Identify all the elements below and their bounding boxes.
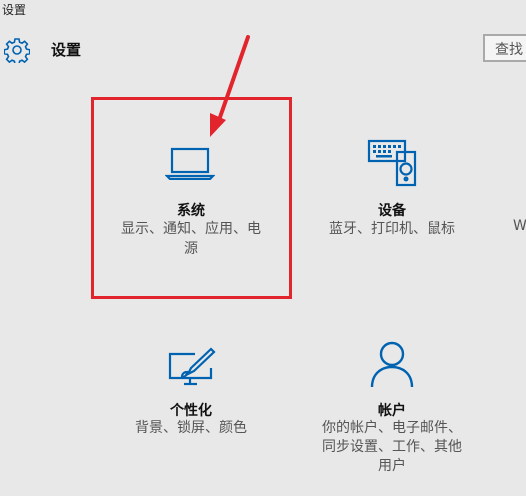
- tile-devices-name: 设备: [378, 203, 406, 219]
- tile-accounts-desc-line1: 你的帐户、电子邮件、: [322, 420, 462, 436]
- tile-devices-desc-line1: 蓝牙、打印机、鼠标: [329, 221, 455, 237]
- person-icon: [370, 341, 414, 388]
- tile-personalization-desc-line1: 背景、锁屏、颜色: [135, 420, 247, 436]
- tile-accounts-desc-line2: 同步设置、工作、其他: [322, 439, 462, 455]
- tile-personalization-name: 个性化: [170, 403, 212, 419]
- tile-personalization[interactable]: 个性化 背景、锁屏、颜色: [96, 340, 286, 450]
- search-input[interactable]: 查找: [483, 34, 526, 62]
- page-title: 设置: [51, 41, 82, 59]
- gear-icon: [4, 38, 30, 63]
- keyboard-speaker-icon: [367, 139, 417, 187]
- paint-monitor-icon: [168, 347, 216, 386]
- tile-accounts-desc-line3: 用户: [378, 458, 406, 474]
- tile-accounts-name: 帐户: [378, 403, 406, 419]
- partial-tile-text: W: [513, 218, 526, 234]
- annotation-arrow: [210, 35, 250, 137]
- tile-devices[interactable]: 设备 蓝牙、打印机、鼠标: [297, 130, 487, 270]
- tile-accounts[interactable]: 帐户 你的帐户、电子邮件、 同步设置、工作、其他 用户: [297, 340, 487, 480]
- window-title: 设置: [2, 3, 27, 17]
